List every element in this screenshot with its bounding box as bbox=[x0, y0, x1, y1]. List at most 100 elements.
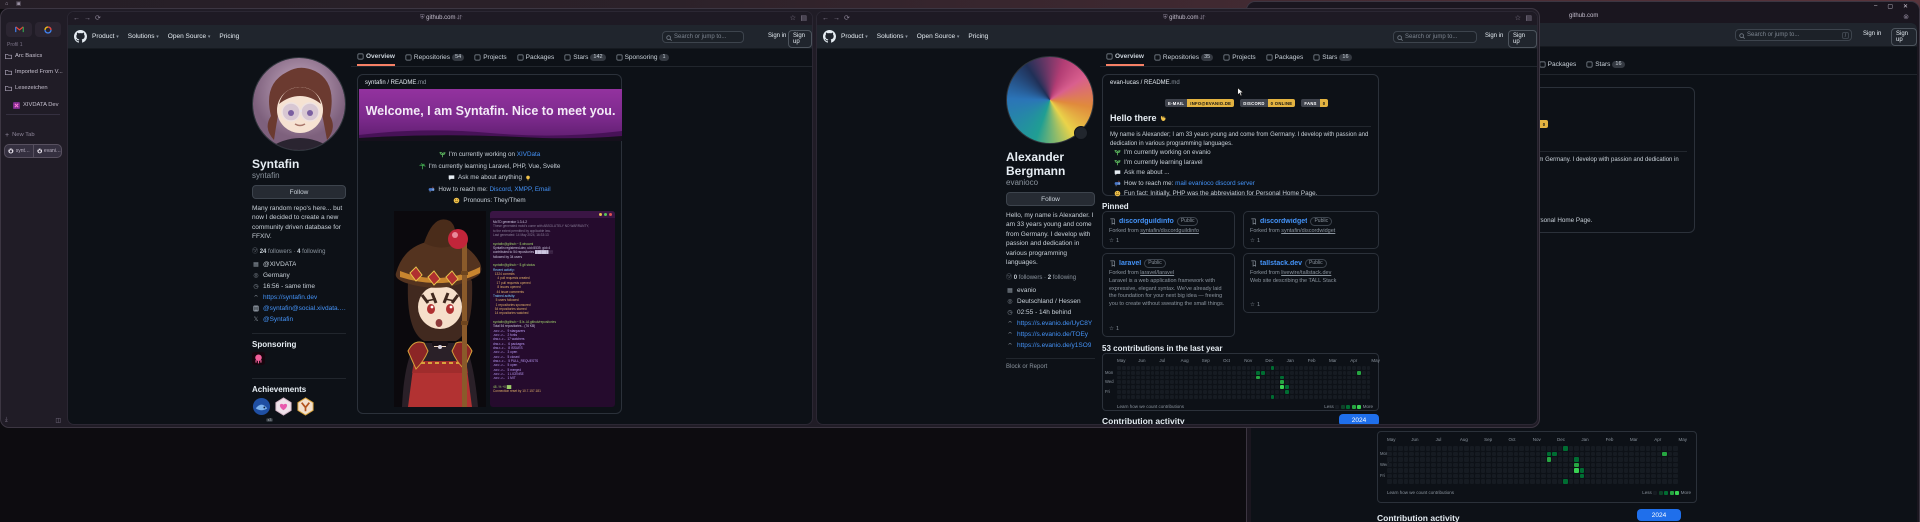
contribution-cell[interactable] bbox=[1251, 395, 1255, 399]
contribution-cell[interactable] bbox=[1184, 371, 1188, 375]
contribution-cell[interactable] bbox=[1213, 366, 1217, 370]
contribution-cell[interactable] bbox=[1580, 463, 1585, 468]
star-count[interactable]: ☆1 bbox=[1109, 238, 1119, 244]
contribution-cell[interactable] bbox=[1309, 380, 1313, 384]
contribution-cell[interactable] bbox=[1591, 457, 1596, 462]
contribution-cell[interactable] bbox=[1347, 380, 1351, 384]
contribution-cell[interactable] bbox=[1420, 446, 1425, 451]
contribution-cell[interactable] bbox=[1299, 390, 1303, 394]
contribution-cell[interactable] bbox=[1304, 376, 1308, 380]
contribution-cell[interactable] bbox=[1442, 474, 1447, 479]
contribution-cell[interactable] bbox=[1453, 463, 1458, 468]
contribution-cell[interactable] bbox=[1574, 457, 1579, 462]
contribution-cell[interactable] bbox=[1448, 468, 1453, 473]
block-report-link[interactable]: Block or Report bbox=[1006, 358, 1095, 370]
contribution-cell[interactable] bbox=[1657, 457, 1662, 462]
contribution-cell[interactable] bbox=[1569, 446, 1574, 451]
contribution-cell[interactable] bbox=[1536, 479, 1541, 484]
contribution-cell[interactable] bbox=[1563, 474, 1568, 479]
contribution-cell[interactable] bbox=[1503, 452, 1508, 457]
contribution-cell[interactable] bbox=[1459, 479, 1464, 484]
contribution-cell[interactable] bbox=[1155, 385, 1159, 389]
contribution-cell[interactable] bbox=[1651, 468, 1656, 473]
contribution-cell[interactable] bbox=[1275, 390, 1279, 394]
contribution-cell[interactable] bbox=[1470, 468, 1475, 473]
contribution-cell[interactable] bbox=[1497, 479, 1502, 484]
contribution-cell[interactable] bbox=[1189, 390, 1193, 394]
tab-stars[interactable]: Stars16 bbox=[1586, 60, 1624, 73]
contribution-cell[interactable] bbox=[1136, 395, 1140, 399]
contribution-cell[interactable] bbox=[1160, 390, 1164, 394]
contribution-cell[interactable] bbox=[1165, 385, 1169, 389]
count-link[interactable]: Learn how we count contributions bbox=[1117, 404, 1184, 409]
contribution-cell[interactable] bbox=[1552, 463, 1557, 468]
contribution-cell[interactable] bbox=[1247, 390, 1251, 394]
workspace-label[interactable]: Profil 1 bbox=[7, 42, 23, 48]
contribution-cell[interactable] bbox=[1271, 385, 1275, 389]
contribution-cell[interactable] bbox=[1646, 468, 1651, 473]
contribution-cell[interactable] bbox=[1635, 468, 1640, 473]
contribution-cell[interactable] bbox=[1596, 446, 1601, 451]
contribution-cell[interactable] bbox=[1530, 457, 1535, 462]
contribution-cell[interactable] bbox=[1170, 395, 1174, 399]
github-logo[interactable] bbox=[74, 30, 87, 43]
contribution-cell[interactable] bbox=[1640, 463, 1645, 468]
contribution-cell[interactable] bbox=[1503, 474, 1508, 479]
contribution-cell[interactable] bbox=[1155, 366, 1159, 370]
contribution-cell[interactable] bbox=[1338, 366, 1342, 370]
contribution-cell[interactable] bbox=[1323, 395, 1327, 399]
contribution-cell[interactable] bbox=[1629, 463, 1634, 468]
contribution-cell[interactable] bbox=[1227, 385, 1231, 389]
contribution-cell[interactable] bbox=[1175, 385, 1179, 389]
contribution-cell[interactable] bbox=[1247, 366, 1251, 370]
tab-packages[interactable]: Packages bbox=[1539, 60, 1577, 73]
contribution-cell[interactable] bbox=[1117, 390, 1121, 394]
tab-overview[interactable]: Overview bbox=[357, 53, 395, 66]
contribution-cell[interactable] bbox=[1640, 468, 1645, 473]
contribution-cell[interactable] bbox=[1251, 385, 1255, 389]
contribution-cell[interactable] bbox=[1442, 479, 1447, 484]
followers-line[interactable]: ㋡ 24 followers · 4 following bbox=[252, 246, 346, 255]
contribution-cell[interactable] bbox=[1541, 474, 1546, 479]
contribution-cell[interactable] bbox=[1232, 366, 1236, 370]
contribution-cell[interactable] bbox=[1146, 380, 1150, 384]
tab-projects[interactable]: Projects bbox=[474, 53, 506, 66]
contribution-cell[interactable] bbox=[1409, 474, 1414, 479]
contribution-cell[interactable] bbox=[1596, 463, 1601, 468]
contribution-cell[interactable] bbox=[1170, 371, 1174, 375]
contribution-cell[interactable] bbox=[1552, 468, 1557, 473]
contribution-cell[interactable] bbox=[1635, 463, 1640, 468]
contribution-cell[interactable] bbox=[1574, 463, 1579, 468]
contribution-cell[interactable] bbox=[1563, 468, 1568, 473]
contribution-cell[interactable] bbox=[1420, 452, 1425, 457]
contribution-cell[interactable] bbox=[1208, 380, 1212, 384]
contribution-cell[interactable] bbox=[1404, 479, 1409, 484]
contribution-cell[interactable] bbox=[1285, 376, 1289, 380]
tab-packages[interactable]: Packages bbox=[517, 53, 555, 66]
contribution-cell[interactable] bbox=[1525, 446, 1530, 451]
contribution-cell[interactable] bbox=[1409, 452, 1414, 457]
contribution-cell[interactable] bbox=[1127, 385, 1131, 389]
detail-link[interactable]: 𝄐https://s.evanio.de/UyC8Y bbox=[1006, 319, 1095, 329]
contribution-cell[interactable] bbox=[1290, 380, 1294, 384]
sign-up-button[interactable]: Sign up bbox=[1891, 28, 1917, 46]
contribution-cell[interactable] bbox=[1323, 380, 1327, 384]
contribution-cell[interactable] bbox=[1141, 366, 1145, 370]
contribution-cell[interactable] bbox=[1431, 452, 1436, 457]
contribution-cell[interactable] bbox=[1541, 463, 1546, 468]
contribution-cell[interactable] bbox=[1179, 395, 1183, 399]
contribution-cell[interactable] bbox=[1398, 457, 1403, 462]
contribution-cell[interactable] bbox=[1475, 479, 1480, 484]
contribution-cell[interactable] bbox=[1352, 395, 1356, 399]
contribution-cell[interactable] bbox=[1199, 395, 1203, 399]
contribution-cell[interactable] bbox=[1309, 371, 1313, 375]
contribution-cell[interactable] bbox=[1409, 446, 1414, 451]
new-tab-button[interactable]: +New Tab bbox=[5, 130, 63, 140]
contribution-cell[interactable] bbox=[1203, 380, 1207, 384]
contribution-cell[interactable] bbox=[1218, 385, 1222, 389]
contribution-cell[interactable] bbox=[1503, 463, 1508, 468]
contribution-cell[interactable] bbox=[1175, 376, 1179, 380]
contribution-cell[interactable] bbox=[1314, 371, 1318, 375]
contribution-cell[interactable] bbox=[1256, 376, 1260, 380]
contribution-cell[interactable] bbox=[1184, 376, 1188, 380]
